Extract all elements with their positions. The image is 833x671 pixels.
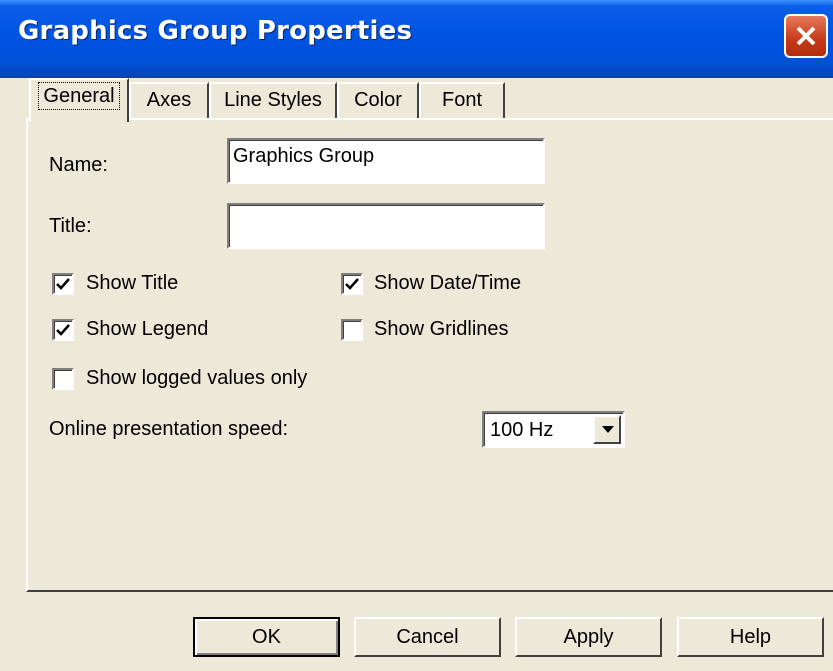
speed-label: Online presentation speed: xyxy=(49,418,289,440)
tab-axes-label: Axes xyxy=(146,89,192,111)
title-input[interactable] xyxy=(227,203,545,249)
speed-dropdown-button[interactable] xyxy=(593,415,621,444)
tab-font[interactable]: Font xyxy=(419,82,505,118)
show-gridlines-checkbox[interactable] xyxy=(341,319,363,341)
show-logged-values-checkbox[interactable] xyxy=(52,368,74,390)
name-input[interactable]: Graphics Group xyxy=(227,138,545,184)
show-logged-values-label[interactable]: Show logged values only xyxy=(86,367,307,390)
checkmark-icon xyxy=(56,278,70,290)
show-gridlines-label[interactable]: Show Gridlines xyxy=(374,318,509,341)
help-button[interactable]: Help xyxy=(677,617,824,657)
close-button[interactable] xyxy=(784,14,828,58)
tab-line-styles[interactable]: Line Styles xyxy=(209,82,337,118)
show-title-checkbox[interactable] xyxy=(52,273,74,295)
ok-button[interactable]: OK xyxy=(193,617,340,657)
tab-line-styles-label: Line Styles xyxy=(224,89,322,111)
tab-general[interactable]: General xyxy=(29,78,129,122)
tab-color[interactable]: Color xyxy=(337,82,419,118)
apply-button[interactable]: Apply xyxy=(515,617,662,657)
tab-axes[interactable]: Axes xyxy=(129,82,209,118)
tab-color-label: Color xyxy=(354,89,402,111)
speed-select-value: 100 Hz xyxy=(490,419,554,441)
close-icon xyxy=(796,26,816,46)
tab-general-label: General xyxy=(38,82,120,110)
general-tab-panel xyxy=(26,118,833,592)
show-title-label[interactable]: Show Title xyxy=(86,272,178,295)
show-datetime-checkbox[interactable] xyxy=(341,273,363,295)
show-legend-label[interactable]: Show Legend xyxy=(86,318,208,341)
checkmark-icon xyxy=(56,324,70,336)
show-datetime-label[interactable]: Show Date/Time xyxy=(374,272,521,295)
title-bar[interactable]: Graphics Group Properties xyxy=(0,0,833,78)
tab-font-label: Font xyxy=(441,89,483,111)
title-label: Title: xyxy=(49,215,92,237)
cancel-button[interactable]: Cancel xyxy=(354,617,501,657)
speed-select[interactable]: 100 Hz xyxy=(482,411,625,448)
name-label: Name: xyxy=(49,154,108,176)
window-title: Graphics Group Properties xyxy=(18,16,413,46)
show-legend-checkbox[interactable] xyxy=(52,319,74,341)
chevron-down-icon xyxy=(602,426,614,433)
checkmark-icon xyxy=(345,278,359,290)
